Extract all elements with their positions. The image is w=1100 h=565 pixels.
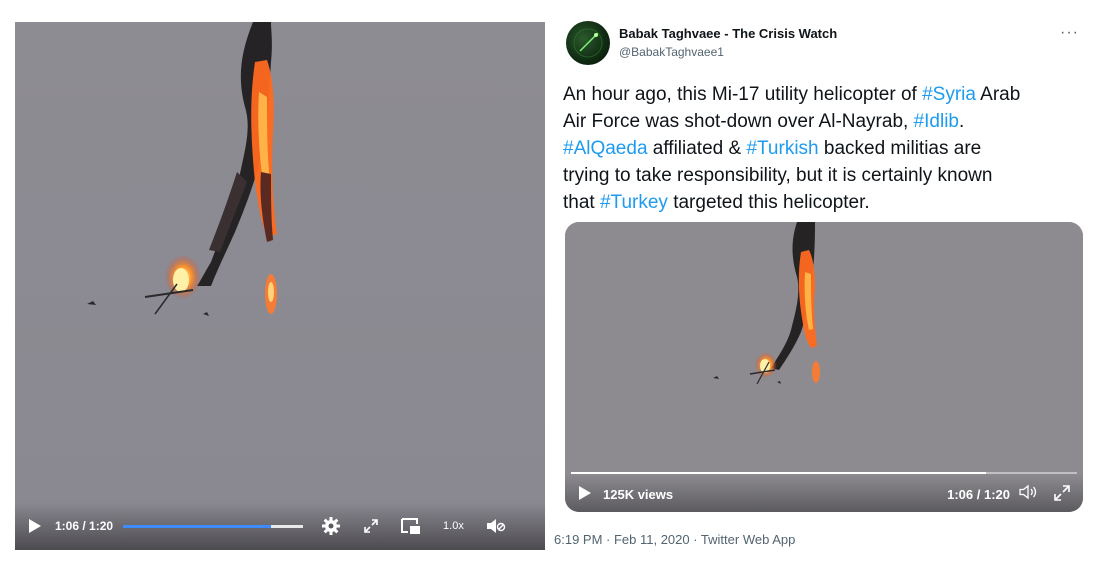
hashtag-link[interactable]: #Turkish [746, 138, 818, 159]
display-name[interactable]: Babak Taghvaee - The Crisis Watch [619, 26, 837, 41]
text-segment: that [563, 192, 600, 213]
play-icon[interactable] [579, 486, 591, 500]
tweet-text-line: #AlQaeda affiliated & #Turkish backed mi… [563, 135, 1088, 162]
tweet-video-time: 1:06 / 1:20 [947, 487, 1010, 502]
helicopter-footage [15, 22, 545, 550]
tweet-text-line: An hour ago, this Mi-17 utility helicopt… [563, 81, 1088, 108]
view-count: 125K views [603, 487, 674, 502]
left-player-time: 1:06 / 1:20 [55, 519, 114, 533]
playback-speed[interactable]: 1.0x [443, 520, 464, 532]
left-player-progress-fill [123, 524, 271, 528]
hashtag-link[interactable]: #AlQaeda [563, 138, 648, 159]
tweet-card: Babak Taghvaee - The Crisis Watch @Babak… [554, 14, 1095, 559]
fullscreen-icon[interactable] [1053, 484, 1071, 507]
user-handle[interactable]: @BabakTaghvaee1 [619, 45, 724, 59]
volume-icon[interactable] [1018, 484, 1038, 505]
text-segment: affiliated & [647, 138, 747, 159]
left-player-controls: 1:06 / 1:20 1.0x [15, 502, 545, 550]
tweet-video-player[interactable]: 125K views 1:06 / 1:20 [565, 222, 1083, 512]
play-icon[interactable] [29, 519, 41, 533]
text-segment: Air Force was shot-down over Al-Nayrab, [563, 111, 914, 132]
helicopter-footage [565, 222, 1083, 512]
text-segment: backed militias are [818, 138, 982, 159]
tweet-video-controls: 125K views 1:06 / 1:20 [565, 474, 1083, 512]
more-options-icon[interactable]: ··· [1060, 24, 1079, 42]
settings-gear-icon[interactable] [321, 516, 341, 536]
avatar[interactable] [566, 21, 610, 65]
tweet-text: An hour ago, this Mi-17 utility helicopt… [563, 81, 1088, 216]
picture-in-picture-icon[interactable] [401, 517, 421, 535]
screenshot-canvas: 1:06 / 1:20 1.0x Babak Taghvaee - The Cr… [0, 0, 1100, 565]
tweet-timestamp[interactable]: 6:19 PM · Feb 11, 2020 · Twitter Web App [554, 532, 795, 547]
text-segment: Arab [975, 84, 1021, 105]
tweet-text-line: trying to take responsibility, but it is… [563, 165, 993, 186]
tweet-text-line: Air Force was shot-down over Al-Nayrab, … [563, 108, 1088, 135]
expand-icon[interactable] [363, 518, 379, 534]
left-player-progress-bar[interactable] [123, 524, 304, 528]
text-segment: . [959, 111, 965, 132]
text-segment: An hour ago, this Mi-17 utility helicopt… [563, 84, 923, 105]
left-video-player[interactable]: 1:06 / 1:20 1.0x [15, 22, 545, 550]
hashtag-link[interactable]: #Idlib [914, 111, 959, 132]
hashtag-link[interactable]: #Turkey [600, 192, 668, 213]
hashtag-link[interactable]: #Syria [922, 84, 976, 105]
mute-icon[interactable] [486, 518, 506, 534]
tweet-text-line: that #Turkey targeted this helicopter. [563, 189, 1088, 216]
text-segment: targeted this helicopter. [667, 192, 870, 213]
